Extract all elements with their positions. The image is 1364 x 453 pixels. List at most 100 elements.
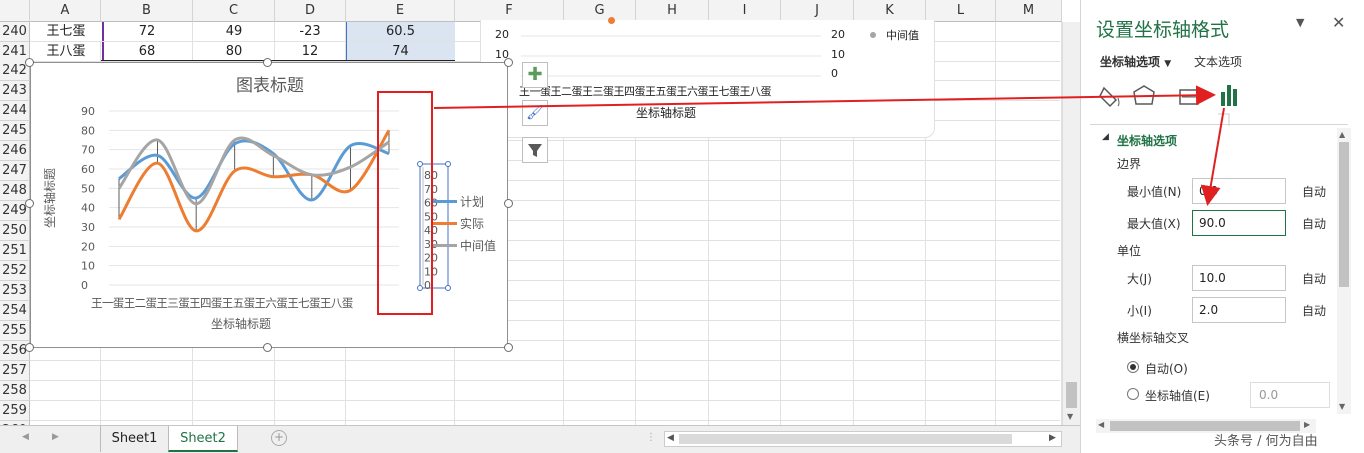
column-header-d[interactable]: D [275,0,346,22]
column-header-m[interactable]: M [996,0,1062,22]
scroll-down-icon[interactable]: ▼ [1339,402,1345,411]
worksheet-grid[interactable]: ABCDEFGHIJKLM 240 241 242 243 244 245 246 247 24… [0,0,1080,425]
scroll-left-icon[interactable]: ◀ [1098,420,1104,429]
legend-item[interactable]: 计划 [431,193,484,210]
column-header-c[interactable]: C [193,0,275,22]
plus-icon: ✚ [527,64,543,85]
vertical-scrollbar[interactable]: ▼ [1062,22,1080,425]
column-header-a[interactable]: A [30,0,101,22]
radio-auto[interactable] [1127,361,1139,373]
axis-value-input[interactable]: 0.0 [1250,382,1330,408]
scroll-thumb[interactable] [1066,382,1077,408]
pane-vertical-scrollbar[interactable]: ▲ ▼ [1337,128,1351,414]
row-header-250[interactable]: 250 [0,221,30,241]
cell-d241[interactable]: 12 [275,42,345,61]
column-header-g[interactable]: G [564,0,636,22]
radio-axis-value[interactable] [1127,388,1139,400]
cell-b241[interactable]: 68 [101,42,193,61]
hscroll-thumb[interactable] [679,434,1012,444]
axis-options-icon[interactable] [1221,85,1237,106]
row-header-253[interactable]: 253 [0,281,30,301]
size-properties-icon[interactable] [1179,89,1199,105]
max-auto-button[interactable]: 自动 [1302,215,1326,232]
column-header-l[interactable]: L [926,0,996,22]
cell-d240[interactable]: -23 [275,22,345,41]
cell-c240[interactable]: 49 [193,22,275,41]
tab-sheet2[interactable]: Sheet2 [168,426,238,452]
resize-handle[interactable] [25,58,34,67]
add-sheet-icon[interactable]: + [271,430,287,446]
resize-handle[interactable] [263,343,272,352]
cell-b240[interactable]: 72 [101,22,193,41]
fill-line-icon[interactable] [1099,86,1120,108]
column-header-b[interactable]: B [101,0,193,22]
prev-sheet-icon[interactable]: ◀ [22,432,29,442]
cell-a241[interactable]: 王八蛋 [30,42,104,61]
scroll-up-icon[interactable]: ▲ [1339,130,1345,139]
resize-handle[interactable] [263,58,272,67]
column-header-h[interactable]: H [636,0,709,22]
row-header-240[interactable]: 240 [0,22,30,42]
scroll-left-icon[interactable]: ◀ [667,433,674,443]
minor-auto-button[interactable]: 自动 [1302,302,1326,319]
min-value-input[interactable]: 0.0 [1192,178,1286,204]
row-header-254[interactable]: 254 [0,301,30,321]
row-header-251[interactable]: 251 [0,241,30,261]
row-header-243[interactable]: 243 [0,81,30,101]
scroll-right-icon[interactable]: ▶ [1049,433,1056,443]
cell-c241[interactable]: 80 [193,42,275,61]
minor-unit-input[interactable]: 2.0 [1192,297,1286,323]
row-header-245[interactable]: 245 [0,121,30,141]
column-header-e[interactable]: E [346,0,455,22]
horizontal-scrollbar[interactable]: ◀ ▶ [664,431,1062,447]
legend-swatch [431,200,457,203]
close-icon[interactable]: ✕ [1332,13,1345,32]
max-value-input[interactable]: 90.0 [1192,210,1286,236]
row-header-244[interactable]: 244 [0,101,30,121]
min-auto-button[interactable]: 自动 [1302,183,1326,200]
cell-e241[interactable]: 74 [346,42,455,61]
chart-filters-button[interactable] [522,137,548,163]
row-header-258[interactable]: 258 [0,381,30,401]
tab-text-options[interactable]: 文本选项 [1194,53,1242,70]
effects-icon[interactable] [1133,85,1155,105]
row-header-257[interactable]: 257 [0,361,30,381]
line-chart[interactable]: 图表标题 坐标轴标题 坐标轴标题 王一蛋王二蛋王三蛋王四蛋王五蛋王六蛋王七蛋王八… [30,62,508,348]
cell-a240[interactable]: 王七蛋 [30,22,104,41]
column-header-k[interactable]: K [854,0,926,22]
scroll-down-icon[interactable]: ▼ [1067,412,1073,421]
column-header-i[interactable]: I [709,0,781,22]
resize-handle[interactable] [504,58,513,67]
chart-styles-button[interactable]: 🖌 [522,100,548,126]
radio-axis-value-label[interactable]: 坐标轴值(E) [1145,387,1210,404]
tab-sheet1[interactable]: Sheet1 [100,426,168,452]
collapse-section-icon[interactable]: ◢ [1102,132,1109,142]
row-header-247[interactable]: 247 [0,161,30,181]
row-header-255[interactable]: 255 [0,321,30,341]
scroll-right-icon[interactable]: ▶ [1304,420,1310,429]
legend-item[interactable]: 实际 [431,215,484,232]
select-all-corner[interactable] [0,0,30,22]
tab-split-icon[interactable]: ⋮ [646,432,656,443]
radio-auto-label[interactable]: 自动(O) [1145,360,1188,377]
next-sheet-icon[interactable]: ▶ [52,432,59,442]
pane-options-icon[interactable]: ▼ [1296,16,1304,29]
resize-handle[interactable] [504,343,513,352]
resize-handle[interactable] [25,199,34,208]
column-header-j[interactable]: J [781,0,854,22]
cell-e240[interactable]: 60.5 [346,22,455,41]
major-auto-button[interactable]: 自动 [1302,270,1326,287]
row-header-246[interactable]: 246 [0,141,30,161]
tab-axis-options[interactable]: 坐标轴选项 ▼ [1100,53,1171,70]
legend-item[interactable]: 中间值 [431,237,496,254]
section-axis-options[interactable]: 坐标轴选项 [1117,132,1177,149]
resize-handle[interactable] [25,343,34,352]
row-header-259[interactable]: 259 [0,401,30,421]
chart-elements-button[interactable]: ✚ [522,62,548,88]
pane-scroll-thumb[interactable] [1339,142,1349,287]
resize-handle[interactable] [504,199,513,208]
row-header-252[interactable]: 252 [0,261,30,281]
major-unit-input[interactable]: 10.0 [1192,265,1286,291]
row-header-248[interactable]: 248 [0,181,30,201]
column-header-f[interactable]: F [455,0,564,22]
